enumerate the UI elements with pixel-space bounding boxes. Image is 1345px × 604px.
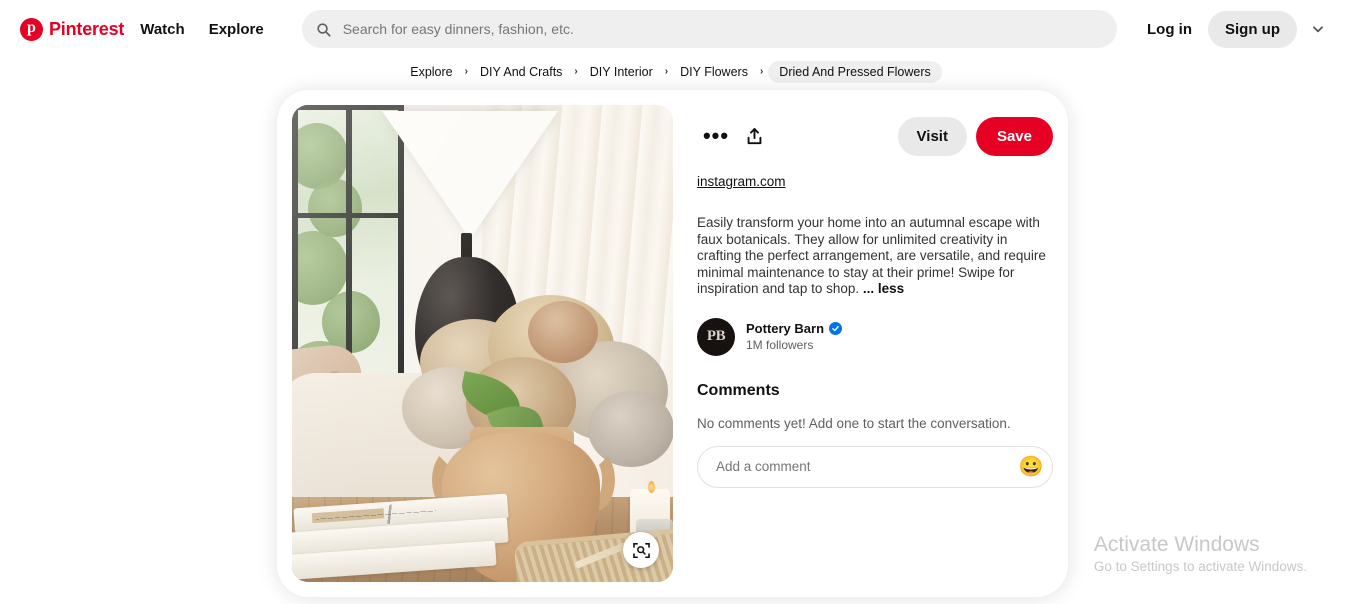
verified-badge-icon [829,322,843,335]
sign-up-button[interactable]: Sign up [1208,10,1297,48]
nav-item-watch[interactable]: Watch [128,13,196,46]
breadcrumb-item-diy-interior[interactable]: DIY Interior [583,62,660,82]
search-container [301,10,1117,48]
more-options-icon: ••• [702,123,730,148]
more-options-button[interactable]: ••• [697,117,735,155]
check-icon [832,325,839,332]
comment-input-container[interactable]: 😀 [697,445,1053,488]
watermark-subtitle: Go to Settings to activate Windows. [1093,559,1307,574]
pin-action-bar: ••• Visit Save [697,114,1053,158]
windows-activation-watermark: Activate Windows Go to Settings to activ… [1094,532,1307,576]
pin-description: Easily transform your home into an autum… [697,215,1053,298]
top-navigation-bar: p Pinterest Watch Explore Log in Sign up [0,0,1345,58]
breadcrumb-item-current[interactable]: Dried And Pressed Flowers [768,61,942,83]
avatar: PB [697,317,735,356]
pinterest-logo-text: Pinterest [49,18,125,39]
save-button[interactable]: Save [975,116,1053,156]
comment-input[interactable] [714,458,1016,475]
emoji-picker-button[interactable]: 😀 [1016,452,1046,482]
breadcrumb-separator: › [464,66,468,77]
pin-detail-card: ••• Visit Save instagram.com Easily tran… [277,90,1068,597]
pin-image[interactable] [292,105,673,582]
pin-image-scene [292,105,673,582]
author-follower-count: 1M followers [746,338,814,352]
pin-image-column [277,90,673,597]
pinterest-logo[interactable]: p Pinterest [16,16,128,43]
breadcrumb-item-diy-and-crafts[interactable]: DIY And Crafts [473,62,569,82]
pin-author-profile[interactable]: PB Pottery Barn 1M followers [697,317,843,356]
pinterest-logo-icon: p [20,17,43,41]
visual-search-icon [632,542,650,558]
breadcrumb-separator: › [574,66,578,77]
breadcrumb-separator: › [664,66,669,77]
comments-heading: Comments [697,381,780,399]
visit-button[interactable]: Visit [897,116,967,156]
log-in-button[interactable]: Log in [1135,12,1204,47]
author-name-row: Pottery Barn [746,321,843,336]
pin-detail-panel: ••• Visit Save instagram.com Easily tran… [673,90,1068,597]
share-icon [747,127,761,144]
account-dropdown-button[interactable] [1305,16,1331,42]
chevron-down-icon [1313,26,1323,33]
emoji-smiley-icon: 😀 [1018,455,1044,478]
breadcrumb-item-explore[interactable]: Explore [403,62,459,82]
nav-item-explore[interactable]: Explore [197,13,276,46]
description-toggle-link[interactable]: ... less [863,281,904,296]
watermark-title: Activate Windows [1093,533,1260,556]
breadcrumb-separator: › [759,66,764,77]
comments-empty-message: No comments yet! Add one to start the co… [697,415,1011,431]
breadcrumb-item-diy-flowers[interactable]: DIY Flowers [673,62,755,82]
search-icon [317,22,331,37]
breadcrumb: Explore › DIY And Crafts › DIY Interior … [0,61,1345,83]
share-button[interactable] [735,117,773,155]
visual-search-button[interactable] [623,532,659,568]
source-link[interactable]: instagram.com [697,174,786,189]
search-input[interactable] [340,20,1103,38]
search-box[interactable] [301,10,1117,48]
author-name: Pottery Barn [746,321,825,336]
author-info: Pottery Barn 1M followers [746,321,843,352]
